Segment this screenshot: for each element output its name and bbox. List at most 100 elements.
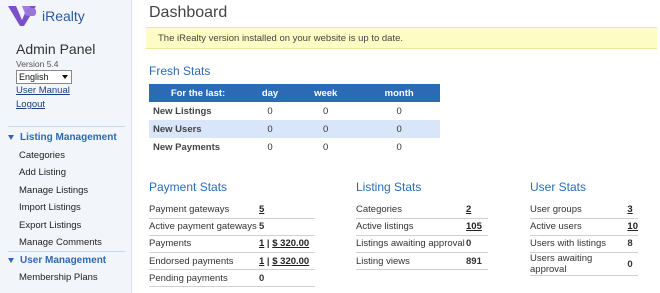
menu-item-import-listings[interactable]: Import Listings <box>19 202 81 213</box>
column-header: week <box>293 84 359 102</box>
table-row: Users with listings 8 <box>530 235 638 254</box>
table-row: Active listings 105 <box>356 218 488 236</box>
listing-stats-title: Listing Stats <box>356 180 422 194</box>
irealty-logo-icon <box>8 6 36 26</box>
categories-count-link[interactable]: 2 <box>466 204 471 215</box>
active-users-link[interactable]: 10 <box>627 221 638 232</box>
user-stats-table: User groups 3 Active users 10 Users with… <box>530 201 638 277</box>
version-label: Version 5.4 <box>16 59 59 69</box>
menu-item-categories[interactable]: Categories <box>19 150 65 161</box>
fresh-stats-table: For the last: day week month New Listing… <box>149 84 440 156</box>
stat-value-cell: 105 <box>466 218 488 236</box>
triangle-down-icon <box>8 135 14 140</box>
stat-label: Pending payments <box>149 269 259 288</box>
table-row: Pending payments 0 <box>149 269 315 288</box>
table-cell: 0 <box>396 105 402 117</box>
table-row: Users awaiting approval 0 <box>530 252 638 277</box>
column-header: month <box>358 84 440 102</box>
menu-item-export-listings[interactable]: Export Listings <box>19 220 81 231</box>
stat-value: 0 <box>466 235 488 254</box>
table-row: User groups 3 <box>530 201 638 219</box>
table-row: New Payments 0 0 0 <box>149 138 440 156</box>
chevron-down-icon <box>62 75 68 79</box>
table-cell: 0 <box>267 105 273 117</box>
table-row: Active users 10 <box>530 218 638 236</box>
table-row: Active payment gateways 5 <box>149 218 315 236</box>
payment-gateways-link[interactable]: 5 <box>259 204 264 215</box>
language-value: English <box>19 72 49 82</box>
stat-value: 0 <box>627 252 638 277</box>
menu-item-membership-plans[interactable]: Membership Plans <box>19 272 98 283</box>
section-divider <box>8 251 125 252</box>
language-select[interactable]: English <box>16 70 72 84</box>
fresh-stats-title: Fresh Stats <box>149 64 211 78</box>
stat-value-cell: 10 <box>627 218 638 236</box>
page-title: Dashboard <box>149 4 228 21</box>
menu-item-manage-listings[interactable]: Manage Listings <box>19 185 88 196</box>
table-cell: 0 <box>396 141 402 153</box>
stat-label: Active payment gateways <box>149 218 259 236</box>
row-label: New Payments <box>153 141 221 153</box>
stat-value: 0 <box>259 269 315 288</box>
stat-value: 891 <box>466 252 488 271</box>
payment-stats-title: Payment Stats <box>149 180 228 194</box>
user-stats-title: User Stats <box>530 180 587 194</box>
menu-item-add-listing[interactable]: Add Listing <box>19 167 66 178</box>
table-row: Listing views 891 <box>356 252 488 271</box>
table-row: New Users 0 0 0 <box>149 120 440 138</box>
section-divider <box>8 126 125 127</box>
table-cell: 0 <box>323 141 329 153</box>
endorsed-amount-link[interactable]: $ 320.00 <box>272 256 309 267</box>
payments-amount-link[interactable]: $ 320.00 <box>272 238 309 249</box>
stat-value: 8 <box>627 235 638 254</box>
stat-value-cell: 3 <box>627 201 638 219</box>
logout-link[interactable]: Logout <box>16 99 45 110</box>
table-row: Payment gateways 5 <box>149 201 315 219</box>
stat-label: Payments <box>149 235 259 254</box>
table-cell: 0 <box>323 105 329 117</box>
listing-stats-table: Categories 2 Active listings 105 Listing… <box>356 201 488 271</box>
row-label: New Listings <box>153 105 212 117</box>
admin-panel-title: Admin Panel <box>16 41 96 57</box>
user-manual-link[interactable]: User Manual <box>16 85 70 96</box>
table-cell: 0 <box>267 141 273 153</box>
table-row: Listings awaiting approval 0 <box>356 235 488 254</box>
user-groups-link[interactable]: 3 <box>627 204 632 215</box>
stat-label: Listings awaiting approval <box>356 235 466 254</box>
stat-label: Listing views <box>356 252 466 271</box>
table-cell: 0 <box>247 120 294 138</box>
table-cell: 0 <box>293 120 359 138</box>
stat-label: Endorsed payments <box>149 252 259 271</box>
table-row: Categories 2 <box>356 201 488 219</box>
table-row: New Listings 0 0 0 <box>149 102 440 120</box>
stat-value: 5 <box>259 218 315 236</box>
menu-item-manage-comments[interactable]: Manage Comments <box>19 237 102 248</box>
table-row: Endorsed payments 1 | $ 320.00 <box>149 252 315 271</box>
stat-value-cell: 5 <box>259 201 315 219</box>
stat-label: Payment gateways <box>149 201 259 219</box>
stat-label: Users with listings <box>530 235 628 254</box>
row-label: New Users <box>149 120 247 138</box>
update-notice: The iRealty version installed on your we… <box>146 27 657 49</box>
table-cell: 0 <box>358 120 440 138</box>
payment-stats-table: Payment gateways 5 Active payment gatewa… <box>149 201 315 288</box>
app-name: iRealty <box>42 8 85 24</box>
main-content: Dashboard The iRealty version installed … <box>140 0 660 293</box>
logo[interactable]: iRealty <box>8 4 85 28</box>
stat-label: Users awaiting approval <box>530 252 628 277</box>
section-listing-management[interactable]: Listing Management <box>8 132 117 143</box>
sidebar: iRealty Admin Panel Version 5.4 English … <box>0 0 132 293</box>
section-user-management[interactable]: User Management <box>8 255 106 266</box>
section-label: Listing Management <box>20 132 117 143</box>
stat-value-cell: 1 | $ 320.00 <box>259 252 315 271</box>
table-header-row: For the last: day week month <box>149 84 440 102</box>
section-label: User Management <box>20 255 107 266</box>
stat-value-cell: 2 <box>466 201 488 219</box>
stat-value-cell: 1 | $ 320.00 <box>259 235 315 254</box>
active-listings-link[interactable]: 105 <box>466 221 482 232</box>
stat-label: Active users <box>530 218 628 236</box>
stat-label: User groups <box>530 201 628 219</box>
stat-label: Active listings <box>356 218 466 236</box>
column-header: For the last: <box>149 84 247 102</box>
triangle-down-icon <box>8 258 14 263</box>
